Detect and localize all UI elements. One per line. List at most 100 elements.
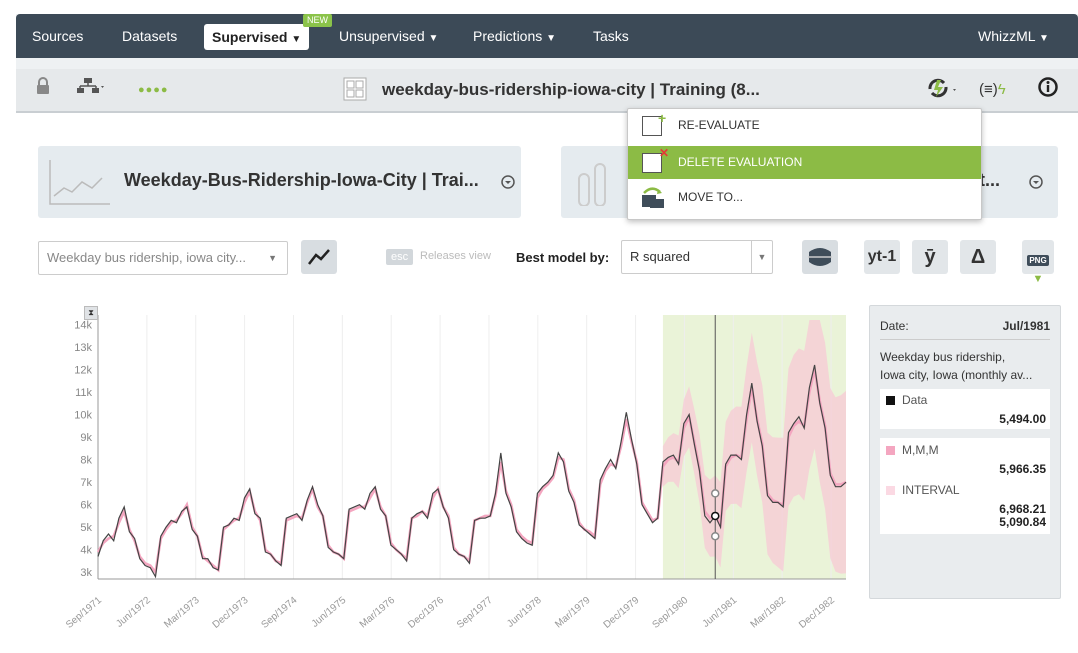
nav-tasks[interactable]: Tasks [593, 14, 629, 58]
nav-supervised[interactable]: Supervised ▼ [204, 24, 310, 50]
chevron-down-icon: ▼ [268, 253, 277, 263]
x-tick-label: Jun/1975 [310, 595, 349, 630]
nav-sources[interactable]: Sources [32, 14, 83, 58]
best-model-value: R squared [630, 249, 690, 264]
date-value: Jul/1981 [1002, 319, 1050, 333]
x-tick-label: Dec/1973 [211, 595, 251, 631]
chevron-down-icon: ▼ [1038, 33, 1049, 44]
y-tick-label: 7k [80, 477, 92, 489]
interval-toggle-button[interactable] [802, 240, 838, 274]
date-label: Date: [880, 319, 909, 333]
chevron-down-icon: ▼ [291, 34, 302, 45]
model-card-left[interactable]: Weekday-Bus-Ridership-Iowa-City | Trai..… [38, 146, 521, 218]
x-tick-label: Sep/1980 [650, 595, 690, 631]
model-series-label: M,M,M [902, 443, 939, 457]
best-model-select[interactable]: R squared ▼ [621, 240, 773, 274]
point-detail-panel: Date: Jul/1981 Weekday bus ridership, Io… [869, 305, 1061, 599]
y-tick-label: 4k [80, 545, 92, 557]
top-navigation: Sources Datasets Supervised ▼ NEW Unsupe… [16, 14, 1078, 58]
menu-item-move-to[interactable]: MOVE TO... [628, 181, 981, 214]
menu-item-label: RE-EVALUATE [678, 118, 760, 132]
esc-key-badge: esc [386, 249, 414, 265]
evaluation-actions-menu: + RE-EVALUATE ✕ DELETE EVALUATION MOVE T… [627, 108, 982, 220]
evaluation-card-title: t... [979, 170, 1000, 190]
download-arrow-icon: ▼ [1032, 273, 1044, 285]
x-tick-label: Mar/1973 [162, 595, 202, 631]
evaluation-actions-icon[interactable] [926, 77, 960, 103]
y-tick-label: 9k [80, 432, 92, 444]
export-png-button[interactable]: PNG ▼ [1022, 240, 1054, 285]
collapse-toggle-icon[interactable]: ⧗ [84, 306, 98, 320]
x-tick-label: Jun/1981 [701, 595, 740, 630]
nav-supervised-label: Supervised [212, 29, 288, 45]
x-tick-label: Dec/1976 [406, 595, 446, 631]
time-series-chart[interactable]: 3k 4k 5k 6k 7k 8k 9k 10k 11k 12k 13k 14k Sep/1971 Jun… [16, 293, 866, 653]
nav-unsupervised[interactable]: Unsupervised ▼ [339, 14, 438, 58]
panel-divider [880, 339, 1050, 340]
info-icon[interactable] [1038, 77, 1058, 103]
data-swatch [886, 396, 895, 405]
x-tick-label: Jun/1972 [114, 595, 153, 630]
formula-icon[interactable]: (≡)ϟ [979, 77, 1006, 103]
nav-predictions[interactable]: Predictions ▼ [473, 14, 556, 58]
lightning-icon: ϟ [997, 81, 1006, 98]
line-chart-toggle-button[interactable] [301, 240, 337, 274]
x-tick-label: Dec/1979 [602, 595, 642, 631]
formula-label: (≡) [979, 81, 998, 98]
mean-baseline-button[interactable]: ȳ [912, 240, 948, 274]
field-description-line1: Weekday bus ridership, [880, 350, 1006, 364]
chevron-down-icon: ▼ [546, 33, 557, 44]
trend-line-icon [308, 249, 330, 265]
menu-item-label: DELETE EVALUATION [678, 155, 803, 169]
hover-point[interactable] [710, 511, 720, 521]
menu-item-delete-evaluation[interactable]: ✕ DELETE EVALUATION [628, 146, 981, 179]
interval-swatch [886, 486, 895, 495]
x-tick-label: Mar/1979 [553, 595, 593, 631]
resource-toolbar: ●●●● weekday-bus-ridership-iowa-city | T… [16, 69, 1078, 113]
nav-whizzml[interactable]: WhizzML ▼ [978, 14, 1049, 58]
interval-shape-icon [808, 248, 832, 266]
releases-view-link[interactable]: Releases view [420, 250, 491, 262]
nav-datasets[interactable]: Datasets [122, 14, 177, 58]
prediction-value-box: M,M,M 5,966.35 INTERVAL 6,968.21 5,090.8… [880, 438, 1050, 534]
lock-icon[interactable] [36, 77, 50, 103]
tree-structure-icon[interactable] [76, 77, 106, 103]
chevron-down-circle-icon[interactable] [501, 175, 515, 189]
line-chart-icon [49, 160, 110, 205]
delta-button[interactable]: Δ [960, 240, 996, 274]
nav-predictions-label: Predictions [473, 28, 543, 44]
y-tick-label: 11k [75, 387, 92, 399]
chevron-down-icon: ▼ [428, 33, 439, 44]
app-frame: Sources Datasets Supervised ▼ NEW Unsupe… [16, 14, 1078, 653]
x-tick-label: Sep/1971 [64, 595, 104, 631]
lag-baseline-label: yt-1 [867, 248, 897, 265]
chevron-down-circle-icon[interactable] [1029, 175, 1043, 189]
interval-label: INTERVAL [902, 483, 960, 497]
x-tick-label: Dec/1982 [797, 595, 837, 631]
x-tick-label: Mar/1982 [749, 595, 789, 631]
page-title: weekday-bus-ridership-iowa-city | Traini… [382, 80, 760, 99]
data-series-label: Data [902, 393, 928, 407]
y-tick-label: 10k [74, 410, 92, 422]
interval-low-value: 5,090.84 [999, 515, 1046, 529]
model-card-title: Weekday-Bus-Ridership-Iowa-City | Trai..… [124, 170, 479, 190]
field-description-line2: Iowa city, Iowa (monthly av... [880, 368, 1033, 382]
plus-icon: + [658, 110, 667, 126]
hover-point[interactable] [710, 489, 720, 498]
menu-item-re-evaluate[interactable]: + RE-EVALUATE [628, 109, 981, 142]
hover-point[interactable] [710, 531, 720, 541]
objective-field-value: Weekday bus ridership, iowa city... [47, 250, 246, 265]
lag-baseline-button[interactable]: yt-1 [864, 240, 900, 274]
new-badge: NEW [303, 14, 332, 27]
interval-high-value: 6,968.21 [999, 502, 1046, 516]
move-folder-icon [642, 187, 664, 208]
model-series-value: 5,966.35 [999, 462, 1046, 476]
model-swatch [886, 446, 895, 455]
objective-field-select[interactable]: Weekday bus ridership, iowa city... ▼ [38, 241, 288, 275]
chevron-down-icon: ▼ [751, 241, 772, 273]
y-tick-label: 6k [80, 500, 92, 512]
y-tick-label: 3k [80, 567, 92, 579]
mean-baseline-label: ȳ [924, 246, 936, 268]
data-series-value: 5,494.00 [999, 412, 1046, 426]
data-value-box: Data 5,494.00 [880, 389, 1050, 429]
